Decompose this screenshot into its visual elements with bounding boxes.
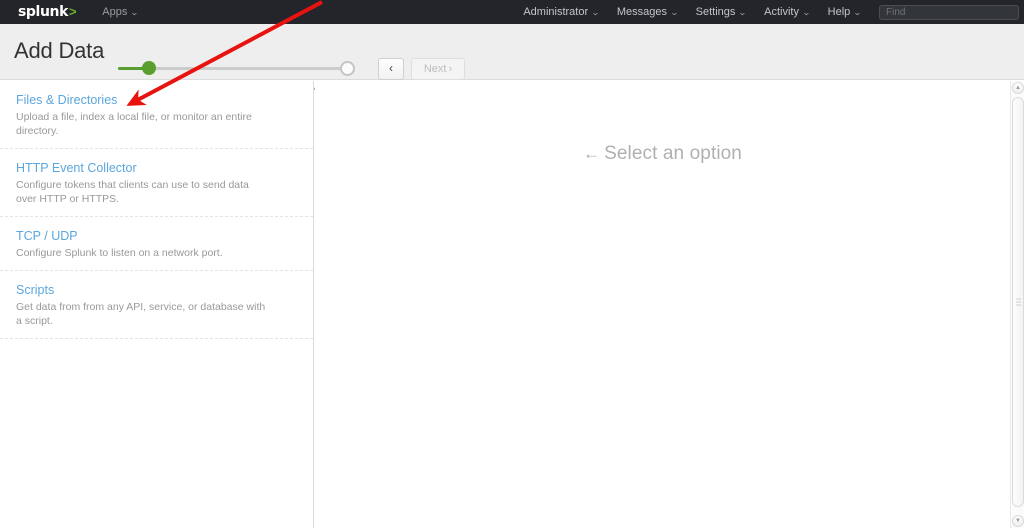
next-button[interactable]: Next › bbox=[411, 58, 465, 80]
nav-item-administrator[interactable]: Administrator ⌄ bbox=[523, 6, 601, 18]
nav-item-help-label: Help bbox=[827, 6, 851, 18]
source-item-scripts[interactable]: Scripts Get data from from any API, serv… bbox=[0, 271, 313, 339]
nav-item-activity-label: Activity bbox=[764, 6, 799, 18]
splunk-logo[interactable]: splunk > bbox=[18, 4, 77, 20]
chevron-down-icon: ⌄ bbox=[130, 8, 140, 17]
chevron-down-icon: ⌄ bbox=[590, 8, 601, 17]
chevron-down-icon: ⌄ bbox=[853, 8, 863, 17]
add-data-page: splunk > Apps ⌄ Administrator ⌄ Messages… bbox=[0, 0, 1024, 528]
source-item-description: Configure tokens that clients can use to… bbox=[16, 179, 249, 205]
triangle-up-icon: ▲ bbox=[1015, 85, 1021, 91]
chevron-down-icon: ⌄ bbox=[669, 8, 679, 17]
splunk-logo-text: splunk bbox=[18, 4, 68, 20]
stepper-dot-done[interactable] bbox=[340, 61, 355, 76]
content-panel: ← Select an option bbox=[315, 81, 1010, 528]
next-button-label: Next bbox=[423, 63, 447, 75]
triangle-down-icon: ▼ bbox=[1015, 518, 1021, 524]
source-item-description: Upload a file, index a local file, or mo… bbox=[16, 111, 252, 137]
chevron-left-icon: ‹ bbox=[389, 61, 393, 75]
find-input[interactable]: Find bbox=[879, 4, 1019, 20]
top-navigation-bar: splunk > Apps ⌄ Administrator ⌄ Messages… bbox=[0, 0, 1024, 24]
nav-item-activity[interactable]: Activity ⌄ bbox=[764, 6, 811, 18]
scrollbar-up-arrow[interactable]: ▲ bbox=[1012, 82, 1024, 94]
top-navigation-right: Administrator ⌄ Messages ⌄ Settings ⌄ Ac… bbox=[523, 0, 1024, 24]
chevron-right-icon: › bbox=[448, 63, 453, 75]
apps-menu-label: Apps bbox=[102, 6, 128, 18]
page-title: Add Data bbox=[14, 38, 105, 63]
data-source-list: Files & Directories Upload a file, index… bbox=[0, 81, 314, 528]
stepper-track-completed bbox=[118, 67, 145, 70]
nav-item-settings[interactable]: Settings ⌄ bbox=[695, 6, 748, 18]
source-item-description: Configure Splunk to listen on a network … bbox=[16, 247, 223, 259]
source-item-http-event-collector[interactable]: HTTP Event Collector Configure tokens th… bbox=[0, 149, 313, 217]
source-item-title: HTTP Event Collector bbox=[16, 161, 137, 175]
apps-menu[interactable]: Apps ⌄ bbox=[102, 6, 140, 18]
nav-item-messages[interactable]: Messages ⌄ bbox=[616, 6, 679, 18]
source-item-title: Scripts bbox=[16, 283, 55, 297]
nav-item-administrator-label: Administrator bbox=[523, 6, 589, 18]
source-item-title: TCP / UDP bbox=[16, 229, 78, 243]
scrollbar-grip-icon bbox=[1016, 297, 1021, 308]
nav-item-messages-label: Messages bbox=[616, 6, 667, 18]
source-item-description: Get data from from any API, service, or … bbox=[16, 301, 266, 327]
arrow-left-icon: ← bbox=[583, 144, 601, 163]
back-button[interactable]: ‹ bbox=[378, 58, 404, 80]
empty-state-text: Select an option bbox=[604, 143, 742, 164]
nav-item-settings-label: Settings bbox=[695, 6, 736, 18]
find-input-placeholder: Find bbox=[886, 6, 906, 18]
vertical-scrollbar[interactable]: ▲ ▼ bbox=[1010, 81, 1024, 528]
scrollbar-down-arrow[interactable]: ▼ bbox=[1012, 515, 1024, 527]
page-header: Add Data Select Source Input Settings Re… bbox=[0, 24, 1024, 93]
empty-state-message: ← Select an option bbox=[315, 143, 1010, 165]
nav-item-help[interactable]: Help ⌄ bbox=[827, 6, 863, 18]
source-item-tcp-udp[interactable]: TCP / UDP Configure Splunk to listen on … bbox=[0, 217, 313, 271]
chevron-down-icon: ⌄ bbox=[738, 8, 748, 17]
source-item-title: Files & Directories bbox=[16, 93, 118, 107]
stepper-dot-select-source[interactable] bbox=[142, 61, 156, 75]
chevron-down-icon: ⌄ bbox=[801, 8, 811, 17]
splunk-logo-mark: > bbox=[69, 4, 77, 19]
scrollbar-thumb[interactable] bbox=[1012, 97, 1024, 507]
source-item-files-and-directories[interactable]: Files & Directories Upload a file, index… bbox=[0, 81, 313, 149]
wizard-nav-buttons: ‹ Next › bbox=[378, 58, 465, 80]
